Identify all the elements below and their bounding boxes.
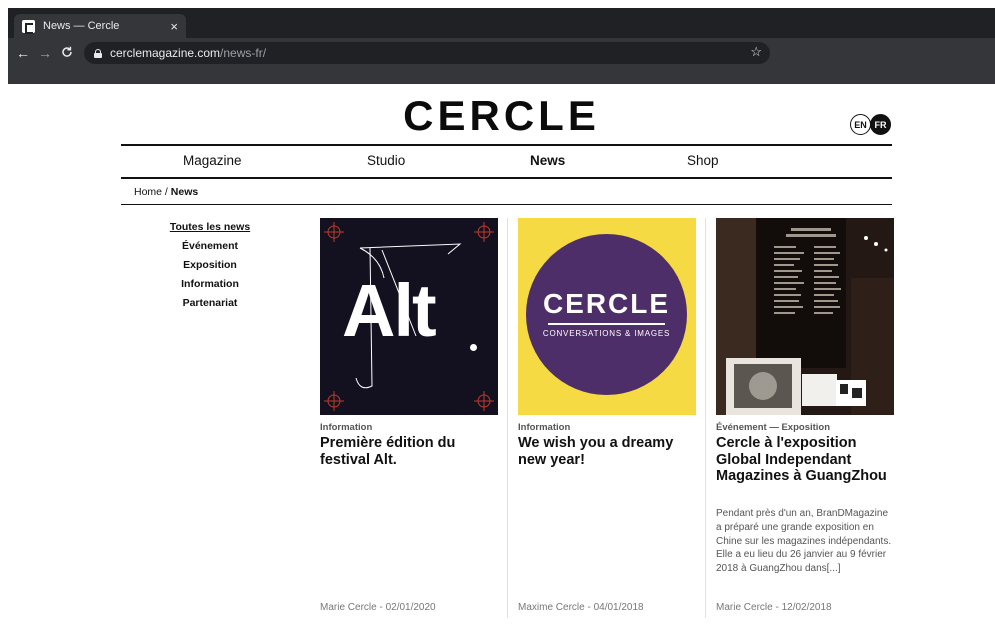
card-category: Événement — Exposition: [716, 422, 830, 433]
main-nav: Magazine Studio News Shop: [121, 146, 892, 177]
nav-item-shop[interactable]: Shop: [687, 153, 719, 168]
filter-information[interactable]: Information: [158, 277, 262, 296]
browser-toolbar: ← → cerclemagazine.com/news-fr/ ☆: [8, 38, 995, 68]
breadcrumb-current: News: [170, 186, 199, 198]
category-separator: —: [769, 422, 779, 433]
breadcrumb: Home / News: [134, 186, 198, 198]
nav-item-magazine[interactable]: Magazine: [183, 153, 242, 168]
filter-evenement[interactable]: Événement: [158, 239, 262, 258]
card-author-date: Marie Cercle - 12/02/2018: [716, 602, 832, 613]
close-tab-icon[interactable]: ×: [170, 20, 178, 33]
filter-exposition[interactable]: Exposition: [158, 258, 262, 277]
browser-tab[interactable]: News — Cercle ×: [14, 14, 186, 38]
browser-window-chrome: News — Cercle × ← → cerclemagazine.com/n…: [8, 8, 995, 84]
news-thumbnail-cercle-circle[interactable]: CERCLE CONVERSATIONS & IMAGES: [518, 218, 696, 415]
card-author-date: Marie Cercle - 02/01/2020: [320, 602, 436, 613]
tab-strip: News — Cercle ×: [8, 8, 995, 38]
alt-logo-text: Alt: [342, 269, 437, 352]
filter-partenariat[interactable]: Partenariat: [158, 296, 262, 315]
exhibition-photo-graphic: [716, 218, 894, 415]
breadcrumb-separator: /: [162, 186, 171, 198]
card-title[interactable]: We wish you a dreamy new year!: [518, 435, 696, 468]
category-filter-list: Toutes les news Événement Exposition Inf…: [158, 220, 262, 315]
tab-title: News — Cercle: [43, 20, 120, 32]
language-en-button[interactable]: EN: [850, 114, 871, 135]
news-card-new-year[interactable]: CERCLE CONVERSATIONS & IMAGES Informatio…: [518, 218, 696, 618]
card-category-link[interactable]: Exposition: [781, 422, 830, 433]
card-title[interactable]: Première édition du festival Alt.: [320, 435, 498, 468]
lock-icon[interactable]: [94, 48, 102, 58]
disc-subtitle: CONVERSATIONS & IMAGES: [542, 329, 671, 338]
news-thumbnail-exhibition-photo[interactable]: [716, 218, 894, 415]
back-arrow-icon[interactable]: ←: [12, 45, 34, 61]
reload-icon[interactable]: [56, 46, 78, 61]
disc-title: CERCLE: [542, 288, 671, 319]
breadcrumb-home-link[interactable]: Home: [134, 186, 162, 198]
breadcrumb-divider: [121, 204, 892, 205]
language-fr-button[interactable]: FR: [870, 114, 891, 135]
nav-item-studio[interactable]: Studio: [367, 153, 405, 168]
forward-arrow-icon[interactable]: →: [34, 45, 56, 61]
card-category: Information: [320, 422, 372, 433]
url-text: cerclemagazine.com/news-fr/: [110, 46, 267, 60]
bookmark-star-icon[interactable]: ☆: [750, 44, 762, 60]
news-card-festival-alt[interactable]: Alt Information Première édition du fest…: [320, 218, 498, 618]
cercle-purple-disc: CERCLE CONVERSATIONS & IMAGES: [526, 234, 687, 395]
column-divider: [507, 218, 508, 618]
filter-all-news[interactable]: Toutes les news: [158, 220, 262, 239]
nav-divider: [121, 177, 892, 179]
card-title[interactable]: Cercle à l'exposition Global Independant…: [716, 435, 894, 485]
card-author-date: Maxime Cercle - 04/01/2018: [518, 602, 644, 613]
news-thumbnail-alt[interactable]: Alt: [320, 218, 498, 415]
cercle-favicon-icon: [22, 19, 35, 34]
card-excerpt: Pendant près d'un an, BranDMagazine a pr…: [716, 508, 892, 575]
disc-divider: [548, 323, 665, 325]
alt-logo-dot: [470, 344, 477, 351]
nav-item-news[interactable]: News: [530, 153, 565, 168]
address-bar[interactable]: cerclemagazine.com/news-fr/ ☆: [84, 42, 770, 64]
news-card-guangzhou-exhibition[interactable]: Événement — Exposition Cercle à l'exposi…: [716, 218, 894, 618]
card-category: Information: [518, 422, 570, 433]
card-category-link[interactable]: Information: [518, 422, 570, 433]
cercle-logo[interactable]: CERCLE: [8, 92, 995, 140]
card-category-link[interactable]: Événement: [716, 422, 767, 433]
card-category-link[interactable]: Information: [320, 422, 372, 433]
web-page: CERCLE EN FR Magazine Studio News Shop H…: [8, 84, 995, 627]
column-divider: [705, 218, 706, 618]
